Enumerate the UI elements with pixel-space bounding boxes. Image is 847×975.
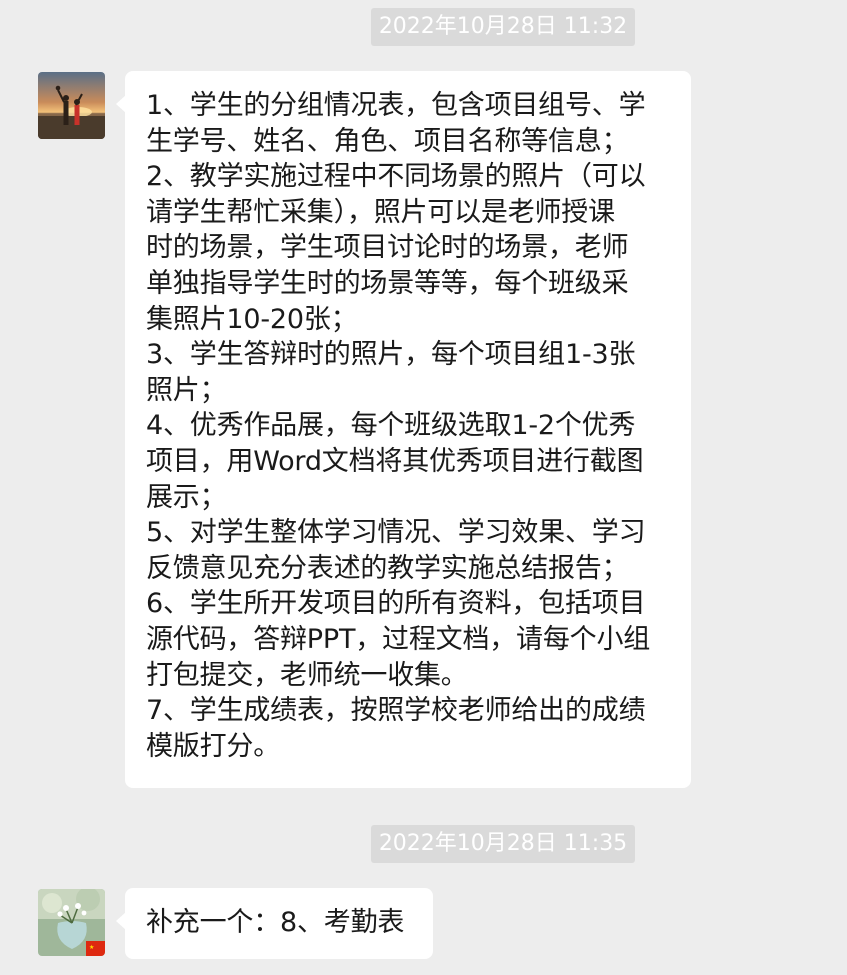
message-line: 请学生帮忙采集），照片可以是老师授课 (146, 196, 615, 228)
sender-avatar[interactable]: ★ (38, 889, 105, 956)
message-timestamp: 2022年10月28日 11:35 (371, 825, 635, 863)
message-line: 模版打分。 (146, 730, 280, 762)
message-line: 时的场景，学生项目讨论时的场景，老师 (146, 232, 629, 264)
message-line: 单独指导学生时的场景等等，每个班级采 (146, 267, 629, 299)
message-line: 项目，用Word文档将其优秀项目进行截图 (146, 445, 644, 477)
sender-avatar[interactable] (38, 72, 105, 139)
message-text: 补充一个：8、考勤表 (146, 907, 405, 938)
message-line: 6、学生所开发项目的所有资料，包括项目 (146, 588, 646, 620)
message-timestamp: 2022年10月28日 11:32 (371, 8, 635, 46)
message-line: 1、学生的分组情况表，包含项目组号、学 (146, 90, 646, 121)
sunset-family-avatar-icon (38, 72, 105, 139)
message-line: 3、学生答辩时的照片，每个项目组1-3张 (146, 339, 636, 371)
message-line: 打包提交，老师统一收集。 (146, 659, 468, 691)
chat-bubble[interactable]: 补充一个：8、考勤表 (116, 888, 433, 959)
message-line: 反馈意见充分表述的教学实施总结报告； (146, 552, 629, 584)
chat-bubble[interactable]: 1、学生的分组情况表，包含项目组号、学 生学号、姓名、角色、项目名称等信息； 2… (116, 71, 691, 788)
flower-vase-avatar-icon: ★ (38, 889, 105, 956)
message-line: 5、对学生整体学习情况、学习效果、学习 (146, 517, 646, 549)
message-line: 照片； (146, 374, 227, 406)
message-line: 源代码，答辩PPT，过程文档，请每个小组 (146, 623, 651, 655)
message-line: 2、教学实施过程中不同场景的照片（可以 (146, 161, 646, 193)
message-line: 7、学生成绩表，按照学校老师给出的成绩 (146, 695, 646, 727)
message-line: 展示； (146, 481, 227, 513)
svg-text:★: ★ (89, 944, 94, 951)
message-line: 集照片10-20张； (146, 303, 358, 335)
message-line: 生学号、姓名、角色、项目名称等信息； (146, 125, 629, 157)
message-line: 4、优秀作品展，每个班级选取1-2个优秀 (146, 410, 636, 442)
